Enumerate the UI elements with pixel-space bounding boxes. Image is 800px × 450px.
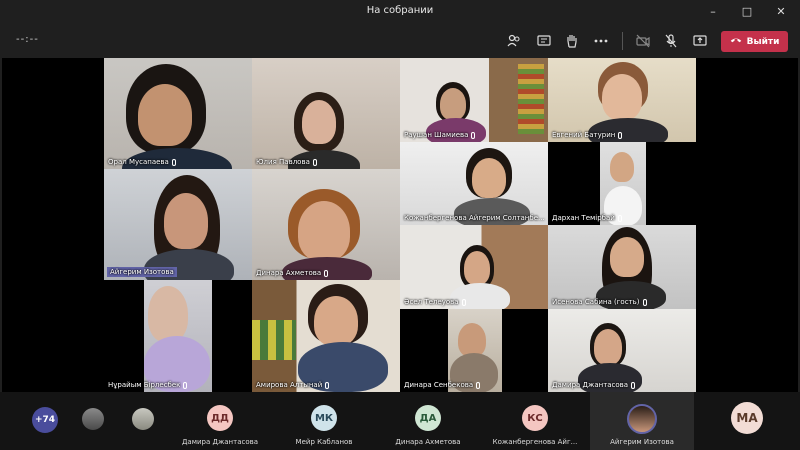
more-options-icon[interactable] xyxy=(592,32,610,50)
window-title: На собрании xyxy=(366,5,434,16)
avatar: МК xyxy=(311,405,337,431)
chat-icon[interactable] xyxy=(535,32,553,50)
video-tile[interactable]: Исенова Сабина (гость) xyxy=(548,225,696,309)
maximize-button[interactable]: □ xyxy=(730,0,764,24)
video-tile[interactable]: Дамира Джантасова xyxy=(548,309,696,392)
participant-chip-name: Дамира Джантасова xyxy=(181,438,259,446)
meeting-timer: --:-- xyxy=(16,34,39,45)
video-tile[interactable]: Динара Сенбекова xyxy=(400,309,548,392)
participant-name: Амирова Алтынай xyxy=(256,381,330,389)
share-screen-icon[interactable] xyxy=(691,32,709,50)
participant-name: Әсел Телеуова xyxy=(404,298,466,306)
avatar: ДД xyxy=(207,405,233,431)
video-grid: Орал Мусапаева Юлия Павлова Раушан Шамие… xyxy=(2,58,798,392)
video-tile[interactable]: Нұрайым Бірлесбек xyxy=(104,280,252,392)
participant-chip[interactable]: МА xyxy=(694,400,800,446)
participant-chip-name: Динара Ахметова xyxy=(395,438,461,446)
participant-chip-name: Айгерим Изотова xyxy=(610,438,674,446)
avatar[interactable] xyxy=(82,408,104,430)
participant-name: Кожанбергенова Айгерим Солтанбе... xyxy=(404,214,548,222)
participant-chip[interactable]: КС Кожанбергенова Айг... xyxy=(480,400,590,446)
participant-name: Раушан Шамиева xyxy=(404,131,476,139)
title-bar: На собрании – □ ✕ xyxy=(0,0,800,24)
leave-label: Выйти xyxy=(746,36,780,47)
participant-chip[interactable]: ДД Дамира Джантасова xyxy=(168,400,272,446)
avatar xyxy=(627,404,657,434)
video-tile[interactable]: Амирова Алтынай xyxy=(252,280,400,392)
participant-chip[interactable]: ДА Динара Ахметова xyxy=(376,400,480,446)
camera-off-icon[interactable] xyxy=(634,32,652,50)
mic-muted-icon[interactable] xyxy=(662,32,680,50)
video-tile[interactable]: Орал Мусапаева xyxy=(104,58,252,169)
participant-name: Исенова Сабина (гость) xyxy=(552,298,647,306)
video-tile[interactable]: Раушан Шамиева xyxy=(400,58,548,142)
participant-name: Орал Мусапаева xyxy=(108,158,176,166)
participant-chip[interactable]: Айгерим Изотова xyxy=(590,392,694,450)
close-window-button[interactable]: ✕ xyxy=(764,0,798,24)
phone-hangup-icon xyxy=(730,36,742,47)
participant-chip-name: Кожанбергенова Айг... xyxy=(492,438,578,446)
participant-name: Евгений Батурин xyxy=(552,131,623,139)
participant-name: Нұрайым Бірлесбек xyxy=(108,381,188,389)
participant-name: Дархан Темірбай xyxy=(552,214,622,222)
participant-name: Дамира Джантасова xyxy=(552,381,636,389)
video-tile[interactable]: Дархан Темірбай xyxy=(548,142,696,225)
meeting-toolbar: --:-- Выйти xyxy=(0,24,800,58)
avatar: ДА xyxy=(415,405,441,431)
participant-name: Динара Сенбекова xyxy=(404,381,481,389)
participant-bar: ДД Дамира Джантасова МК Мейр Кабланов ДА… xyxy=(0,392,800,450)
leave-button[interactable]: Выйти xyxy=(721,31,788,52)
participant-chip[interactable]: МК Мейр Кабланов xyxy=(272,400,376,446)
participant-name: Юлия Павлова xyxy=(256,158,317,166)
raise-hand-icon[interactable] xyxy=(563,32,581,50)
minimize-button[interactable]: – xyxy=(696,0,730,24)
toolbar-divider xyxy=(622,32,623,50)
participants-icon[interactable] xyxy=(505,32,523,50)
video-tile[interactable]: Кожанбергенова Айгерим Солтанбе... xyxy=(400,142,548,225)
more-participants-badge[interactable]: +74 xyxy=(32,407,58,433)
participant-name: Динара Ахметова xyxy=(256,269,329,277)
avatar[interactable] xyxy=(132,408,154,430)
video-tile[interactable]: Динара Ахметова xyxy=(252,169,400,280)
video-tile[interactable]: Әсел Телеуова xyxy=(400,225,548,309)
video-tile[interactable]: Евгений Батурин xyxy=(548,58,696,142)
avatar: МА xyxy=(731,402,763,434)
avatar: КС xyxy=(522,405,548,431)
participant-chip-name: Мейр Кабланов xyxy=(295,438,353,446)
video-tile[interactable]: Юлия Павлова xyxy=(252,58,400,169)
participant-name: Айгерим Изотова xyxy=(107,267,177,277)
video-tile[interactable]: Айгерим Изотова xyxy=(104,169,252,280)
